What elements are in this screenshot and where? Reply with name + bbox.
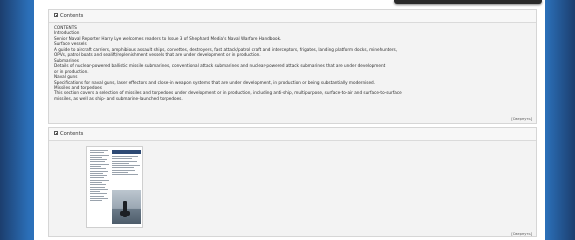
collapse-square-icon[interactable] [54, 13, 58, 17]
collapse-link[interactable]: [Свернуть] [511, 232, 532, 236]
contents-thumbnail-panel: Contents [Свернуть] [48, 127, 537, 237]
submarine-icon [120, 201, 130, 217]
thumbnail-text-column [90, 150, 110, 224]
contents-panel: Contents CONTENTS Introduction Senior Na… [48, 9, 537, 124]
contents-panel-header[interactable]: Contents [49, 10, 536, 23]
toc-line: missiles, as well as ship- and submarine… [54, 95, 183, 101]
contents-text: CONTENTS Introduction Senior Naval Repor… [49, 23, 536, 101]
collapse-square-icon[interactable] [54, 131, 58, 135]
contents-panel-header[interactable]: Contents [49, 128, 536, 141]
panel-title: Contents [60, 13, 84, 19]
magazine-cover-thumbnail[interactable] [86, 146, 143, 228]
top-toolbar-edge [394, 0, 542, 4]
panel-title: Contents [60, 131, 84, 137]
collapse-link[interactable]: [Свернуть] [511, 117, 532, 121]
